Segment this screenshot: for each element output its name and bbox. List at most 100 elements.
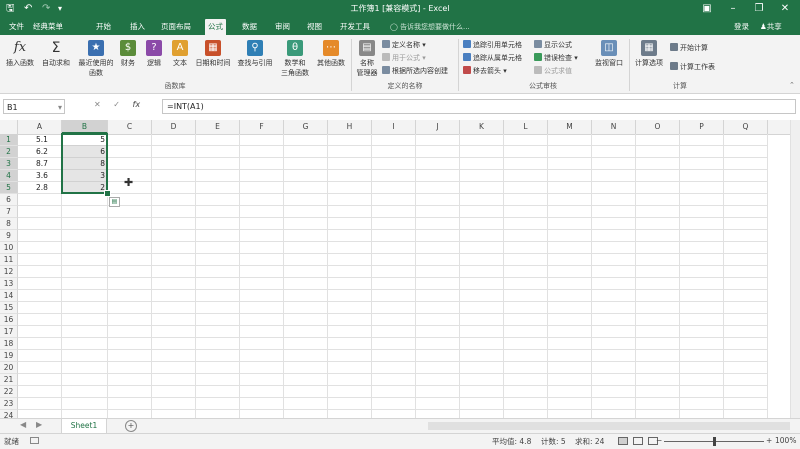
name-box[interactable]: B1 ▾ (3, 99, 65, 114)
prev-sheet-icon[interactable]: ◀ (20, 420, 26, 429)
tab-insert[interactable]: 插入 (127, 19, 148, 35)
cell-a4[interactable]: 3.6 (18, 170, 62, 182)
insert-function-icon[interactable]: fx (133, 100, 141, 109)
trace-precedents-button[interactable]: 追踪引用单元格 (463, 40, 522, 50)
cell-a5[interactable]: 2.8 (18, 182, 62, 194)
tab-formulas[interactable]: 公式 (205, 19, 226, 35)
collapse-ribbon-icon[interactable]: ⌃ (789, 81, 795, 89)
use-in-formula-button[interactable]: 用于公式 ▾ (382, 53, 426, 63)
tab-data[interactable]: 数据 (239, 19, 260, 35)
cell-a2[interactable]: 6.2 (18, 146, 62, 158)
ribbon-display-icon[interactable]: ▣ (694, 0, 720, 18)
name-box-dropdown-icon[interactable]: ▾ (58, 100, 62, 115)
tab-classic-menu[interactable]: 经典菜单 (30, 19, 66, 35)
cell-b2[interactable]: 6 (62, 146, 108, 158)
formula-input[interactable]: =INT(A1) (162, 99, 796, 114)
tab-page-layout[interactable]: 页面布局 (158, 19, 194, 35)
add-sheet-icon[interactable]: + (125, 420, 137, 432)
trace-dependents-button[interactable]: 追踪从属单元格 (463, 53, 522, 63)
name-manager-button[interactable]: ▤ 名称 管理器 (353, 40, 381, 78)
cell-b4[interactable]: 3 (62, 170, 108, 182)
create-from-selection-icon (382, 66, 390, 74)
worksheet-grid[interactable]: ABCDEFGHIJKLMNOPQ 1 2 3 4 5 6 7 8 9 10 11 12 13 14 15 1… (0, 120, 790, 418)
math-label-1: 数学和 (284, 59, 306, 67)
datetime-label: 日期和时间 (195, 59, 231, 67)
formula-bar-buttons: ✕ ✓ fx (94, 100, 140, 109)
magnifier-book-icon: ⚲ (247, 40, 263, 56)
define-name-button[interactable]: 定义名称 ▾ (382, 40, 426, 50)
fill-handle[interactable] (104, 190, 111, 197)
tab-home[interactable]: 开始 (93, 19, 114, 35)
ribbon-tabs: 文件 经典菜单 开始 插入 页面布局 公式 数据 审阅 视图 开发工具 ◯ 告诉… (0, 18, 800, 35)
recent-label-1: 最近使用的 (78, 59, 114, 67)
logical-button[interactable]: ? 逻辑 (143, 40, 165, 68)
tab-review[interactable]: 审阅 (272, 19, 293, 35)
cell-b5[interactable]: 2 (62, 182, 108, 194)
lookup-button[interactable]: ⚲ 查找与引用 (235, 40, 275, 68)
fx-icon: fx (13, 40, 27, 55)
page-layout-view-icon[interactable] (633, 437, 643, 445)
more-book-icon: ⋯ (323, 40, 339, 56)
group-label-auditing: 公式审核 (529, 82, 557, 90)
cell-a3[interactable]: 8.7 (18, 158, 62, 170)
financial-book-icon: $ (120, 40, 136, 56)
next-sheet-icon[interactable]: ▶ (36, 420, 42, 429)
enter-icon[interactable]: ✓ (113, 100, 120, 109)
evaluate-formula-button[interactable]: 公式求值 (534, 66, 572, 76)
minimize-icon[interactable]: – (720, 0, 746, 18)
name-manager-label-2: 管理器 (356, 69, 378, 77)
horizontal-scrollbar[interactable] (428, 422, 790, 430)
formula-bar: B1 ▾ ✕ ✓ fx =INT(A1) (0, 98, 800, 116)
datetime-button[interactable]: ▦ 日期和时间 (193, 40, 233, 68)
zoom-out-button[interactable]: − (656, 436, 662, 445)
text-button[interactable]: A 文本 (169, 40, 191, 68)
close-icon[interactable]: ✕ (772, 0, 798, 18)
lookup-label: 查找与引用 (237, 59, 273, 67)
recent-functions-button[interactable]: ★ 最近使用的 函数 (76, 40, 116, 78)
macro-record-icon[interactable] (30, 437, 39, 444)
tab-file[interactable]: 文件 (6, 19, 27, 35)
name-manager-label-1: 名称 (360, 59, 374, 67)
cell-b1[interactable]: 5 (62, 134, 108, 146)
login-link[interactable]: 登录 (734, 19, 749, 35)
more-label: 其他函数 (317, 59, 345, 67)
cell-b3[interactable]: 8 (62, 158, 108, 170)
calc-now-button[interactable]: 开始计算 (670, 43, 708, 53)
math-trig-button[interactable]: θ 数学和 三角函数 (277, 40, 313, 78)
zoom-in-button[interactable]: + (766, 436, 772, 445)
tag-icon: ▤ (359, 40, 375, 56)
create-from-selection-button[interactable]: 根据所选内容创建 (382, 66, 448, 76)
zoom-level[interactable]: 100% (775, 436, 796, 445)
sheet-tab-bar: ◀ ▶ Sheet1 + (0, 418, 800, 435)
divider (458, 39, 459, 91)
ribbon: fx 插入函数 Σ 自动求和 ★ 最近使用的 函数 $ 财务 ? 逻辑 A 文本… (0, 35, 800, 94)
more-functions-button[interactable]: ⋯ 其他函数 (313, 40, 349, 68)
math-label-2: 三角函数 (281, 69, 309, 77)
tab-developer[interactable]: 开发工具 (337, 19, 373, 35)
financial-button[interactable]: $ 财务 (117, 40, 139, 68)
quick-analysis-icon[interactable]: ▤ (109, 197, 120, 207)
cell-a1[interactable]: 5.1 (18, 134, 62, 146)
calc-sheet-button[interactable]: 计算工作表 (670, 62, 715, 72)
share-button[interactable]: ♟共享 (760, 19, 782, 35)
watch-window-button[interactable]: ◫ 监视窗口 (592, 40, 626, 68)
cancel-icon[interactable]: ✕ (94, 100, 101, 109)
trace-precedents-icon (463, 40, 471, 48)
remove-arrows-button[interactable]: 移去箭头 ▾ (463, 66, 507, 76)
zoom-slider-thumb[interactable] (713, 437, 716, 446)
error-checking-button[interactable]: 错误检查 ▾ (534, 53, 578, 63)
status-average: 平均值: 4.8 (492, 437, 532, 446)
logical-book-icon: ? (146, 40, 162, 56)
watch-window-icon: ◫ (601, 40, 617, 56)
restore-icon[interactable]: ❐ (746, 0, 772, 18)
autosum-button[interactable]: Σ 自动求和 (37, 40, 75, 68)
normal-view-icon[interactable] (618, 437, 628, 445)
star-book-icon: ★ (88, 40, 104, 56)
calc-options-button[interactable]: ▦ 计算选项 (632, 40, 666, 68)
tell-me-search[interactable]: ◯ 告诉我您想要做什么... (390, 19, 470, 35)
tab-view[interactable]: 视图 (304, 19, 325, 35)
insert-function-button[interactable]: fx 插入函数 (4, 40, 36, 68)
use-in-formula-icon (382, 53, 390, 61)
vertical-scrollbar[interactable] (790, 120, 800, 418)
show-formulas-button[interactable]: 显示公式 (534, 40, 572, 50)
